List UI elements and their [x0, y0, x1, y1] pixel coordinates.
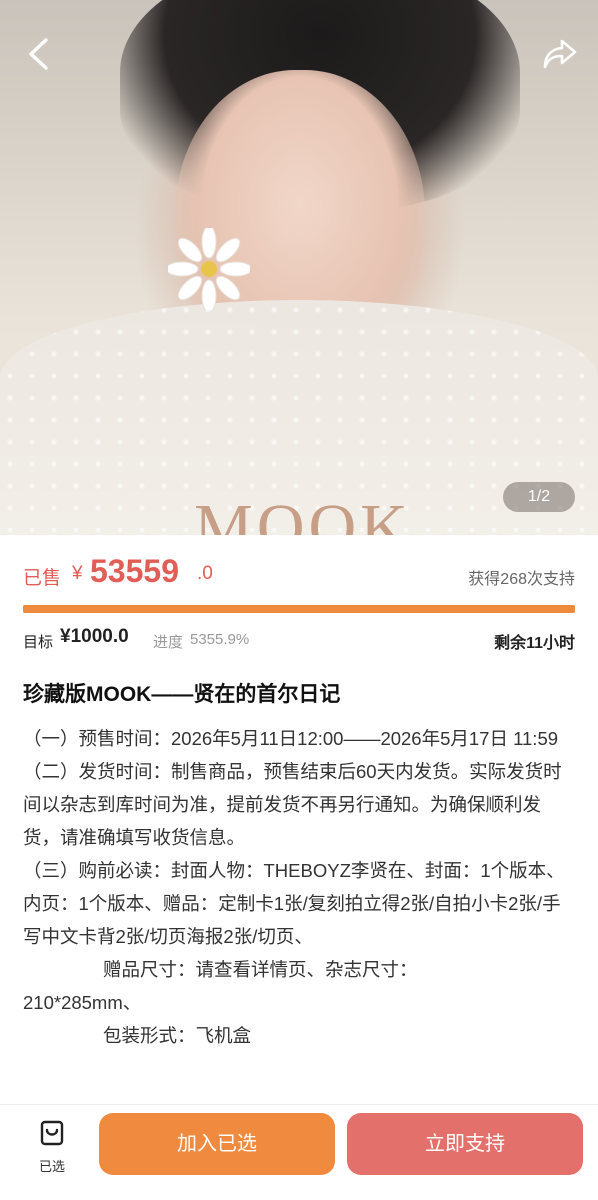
funding-progress-fill — [23, 605, 575, 613]
presale-time: （一）预售时间：2026年5月11日12:00——2026年5月17日 11:5… — [23, 728, 559, 749]
progress-label: 进度 — [153, 634, 184, 651]
goal-label: 目标 — [23, 634, 54, 651]
price-row: 已售 ¥ 53559 .0 获得268次支持 — [23, 553, 575, 593]
daisy-icon — [168, 228, 250, 310]
purchase-notice: （三）购前必读：封面人物：THEBOYZ李贤在、封面：1个版本、内页：1个版本、… — [23, 860, 565, 947]
support-count: 获得268次支持 — [468, 571, 575, 588]
sold-amount-decimal: .0 — [197, 563, 213, 584]
selected-tab[interactable]: 已选 — [22, 1119, 82, 1179]
share-arrow-icon — [543, 39, 577, 69]
back-button[interactable] — [18, 34, 58, 74]
stats-row: 目标 ¥1000.0 进度 5355.9% 剩余11小时 — [23, 626, 575, 652]
bottom-action-bar: 已选 加入已选 立即支持 — [0, 1104, 598, 1200]
packaging: 包装形式：飞机盒 — [103, 1025, 252, 1046]
cover-title-text: MOOK — [194, 491, 412, 535]
chevron-left-icon — [29, 38, 48, 70]
hero-image[interactable]: MOOK 1/2 — [0, 0, 598, 535]
magazine-size: 210*285mm、 — [23, 992, 142, 1013]
selected-tab-label: 已选 — [38, 1159, 65, 1174]
support-now-button[interactable]: 立即支持 — [347, 1113, 583, 1175]
progress-value: 5355.9% — [190, 631, 250, 648]
share-button[interactable] — [540, 34, 580, 74]
gift-size: 赠品尺寸：请查看详情页、杂志尺寸： — [103, 959, 418, 980]
add-to-selected-button[interactable]: 加入已选 — [99, 1113, 335, 1175]
shipping-time: （二）发货时间：制售商品，预售结束后60天内发货。实际发货时间以杂志到库时间为准… — [23, 761, 562, 848]
time-left: 剩余11小时 — [494, 635, 575, 652]
product-title: 珍藏版MOOK——贤在的首尔日记 — [23, 683, 341, 706]
bag-icon — [40, 1120, 64, 1146]
goal-value: ¥1000.0 — [60, 626, 129, 647]
sold-label: 已售 — [23, 568, 62, 589]
sold-amount: 53559 — [90, 553, 179, 589]
image-pager: 1/2 — [503, 482, 575, 512]
funding-progress-bar — [23, 605, 575, 613]
product-description: （一）预售时间：2026年5月11日12:00——2026年5月17日 11:5… — [23, 722, 575, 1052]
currency-symbol: ¥ — [72, 563, 83, 584]
